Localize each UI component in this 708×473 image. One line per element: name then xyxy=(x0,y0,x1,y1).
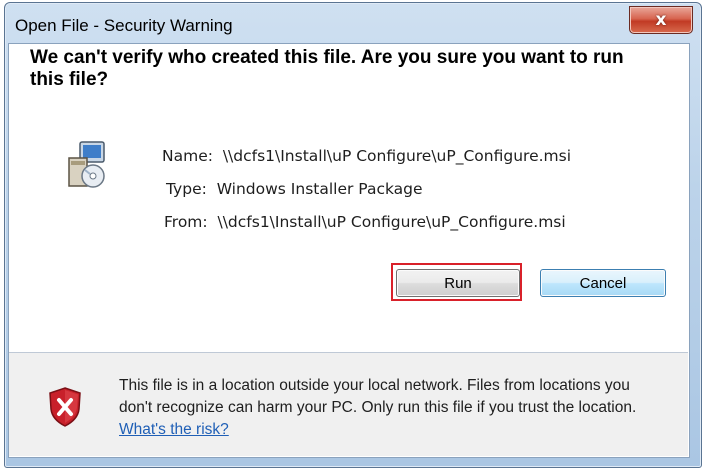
security-shield-icon xyxy=(49,387,81,427)
close-icon: x xyxy=(655,9,667,30)
cancel-button[interactable]: Cancel xyxy=(540,269,666,297)
run-button-highlight xyxy=(391,263,522,301)
installer-package-icon xyxy=(68,141,105,188)
footer-message: This file is in a location outside your … xyxy=(119,377,637,416)
type-label: Type: xyxy=(166,180,207,198)
footer-warning-text: This file is in a location outside your … xyxy=(119,375,664,441)
window-title: Open File - Security Warning xyxy=(15,16,233,35)
from-label: From: xyxy=(164,213,208,231)
close-button[interactable]: x xyxy=(629,6,693,34)
type-value: Windows Installer Package xyxy=(216,180,423,198)
title-bar[interactable]: Open File - Security Warning x xyxy=(5,3,701,47)
whats-the-risk-link[interactable]: What's the risk? xyxy=(119,421,229,438)
name-value: \\dcfs1\Install\uP Configure\uP_Configur… xyxy=(222,147,572,165)
info-from-row: From: \\dcfs1\Install\uP Configure\uP_Co… xyxy=(164,213,566,231)
info-name-row: Name: \\dcfs1\Install\uP Configure\uP_Co… xyxy=(162,147,571,165)
from-value: \\dcfs1\Install\uP Configure\uP_Configur… xyxy=(217,213,566,231)
info-type-row: Type: Windows Installer Package xyxy=(166,180,423,198)
name-label: Name: xyxy=(162,147,213,165)
warning-headline: We can't verify who created this file. A… xyxy=(30,47,624,90)
